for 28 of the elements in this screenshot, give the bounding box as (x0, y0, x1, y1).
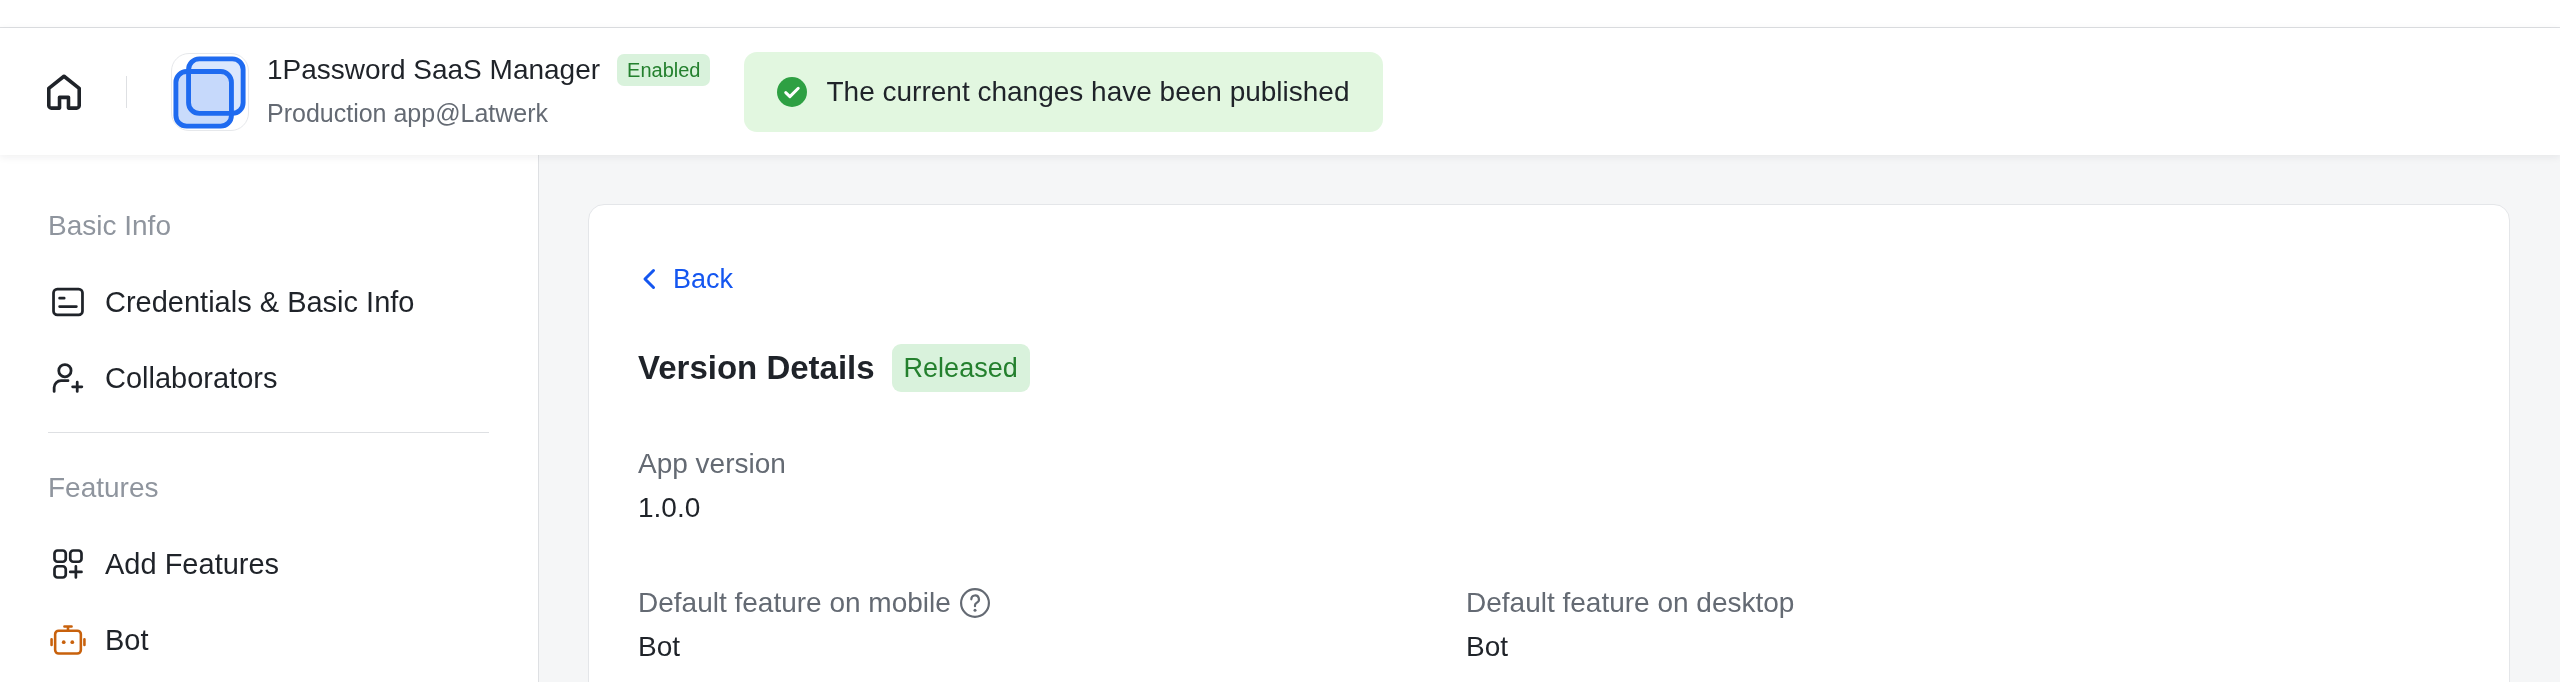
app-subtitle: Production app@Latwerk (267, 98, 549, 129)
sidebar-item[interactable]: Bot (48, 602, 489, 678)
toast-message: The current changes have been published (826, 74, 1350, 109)
app-logo-icon (171, 52, 249, 131)
status-badge: Released (891, 344, 1030, 392)
page-title: Version Details (638, 348, 875, 388)
section-title: Features (48, 471, 159, 505)
home-icon[interactable] (47, 73, 81, 110)
chevron-left-icon (642, 268, 656, 290)
apps-plus-icon (52, 549, 84, 579)
add-user-icon (52, 363, 84, 393)
field-value: Bot (638, 630, 681, 664)
sidebar-item[interactable]: Collaborators (48, 340, 489, 416)
sidebar-item[interactable]: Credentials & Basic Info (48, 264, 489, 340)
back-link[interactable]: Back (642, 259, 734, 299)
field-label: App version (638, 447, 786, 481)
card-icon (52, 287, 84, 317)
status-badge: Enabled (617, 54, 711, 86)
field-label: Default feature on desktop (1466, 586, 1795, 620)
section-title: Basic Info (48, 209, 171, 243)
field-value: 1.0.0 (638, 491, 701, 525)
field-label: Default feature on mobile (638, 586, 951, 620)
app-name: 1Password SaaS Manager (267, 54, 601, 86)
field-value: Bot (1466, 630, 1509, 664)
help-icon[interactable] (959, 588, 990, 618)
check-circle-icon (777, 76, 808, 107)
sidebar-item[interactable]: Add Features (48, 526, 489, 602)
robot-icon (50, 625, 86, 655)
